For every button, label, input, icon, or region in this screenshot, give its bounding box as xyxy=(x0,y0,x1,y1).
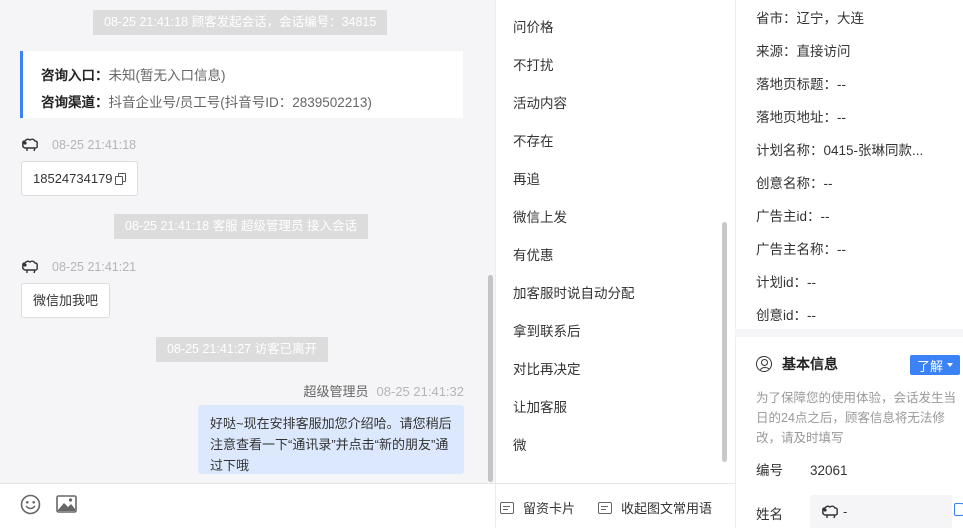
basic-info-title: 基本信息 xyxy=(756,354,838,374)
customer-id-row: 编号 32061 xyxy=(756,459,848,479)
channel-row: 咨询渠道：抖音企业号/员工号(抖音号ID：2839502213) xyxy=(41,89,463,116)
creative-id-field: 创意id：-- xyxy=(756,308,816,323)
chat-scrollbar[interactable] xyxy=(488,275,493,482)
landing-title-field: 落地页标题：-- xyxy=(756,77,846,92)
quick-reply-item[interactable]: 问价格 xyxy=(513,16,554,36)
sheep-avatar-icon xyxy=(22,138,38,152)
quick-reply-item[interactable]: 有优惠 xyxy=(513,244,554,264)
quick-reply-item[interactable]: 再追 xyxy=(513,168,540,188)
visitor-msg2-time: 08-25 21:41:21 xyxy=(52,260,137,274)
chat-message-list[interactable]: 08-25 21:41:18 顾客发起会话，会话编号：34815 咨询入口：未知… xyxy=(0,0,495,483)
agent-message-bubble[interactable]: 好哒~现在安排客服加您介绍哈。请您稍后注意查看一下“通讯录”并点击“新的朋友”通… xyxy=(198,405,464,474)
emoji-icon[interactable] xyxy=(20,494,41,515)
quick-reply-item[interactable]: 不打扰 xyxy=(513,54,554,74)
agent-time: 08-25 21:41:32 xyxy=(376,384,464,399)
advertiser-name-field: 广告主名称：-- xyxy=(756,242,846,257)
card-icon xyxy=(500,501,514,514)
quick-reply-panel: 问价格 不打扰 活动内容 不存在 再追 微信上发 有优惠 加客服时说自动分配 拿… xyxy=(495,0,735,483)
user-icon xyxy=(756,356,772,372)
customer-info-panel: 省市：辽宁，大连 来源：直接访问 落地页标题：-- 落地页地址：-- 计划名称：… xyxy=(735,0,963,528)
landing-url-field: 落地页地址：-- xyxy=(756,110,846,125)
collapse-phrases-button[interactable]: 收起图文常用语 xyxy=(598,498,712,517)
sheep-avatar-icon xyxy=(822,505,838,518)
section-divider xyxy=(735,329,963,337)
creative-name-field: 创意名称：-- xyxy=(756,176,833,191)
channel-value: 抖音企业号/员工号(抖音号ID：2839502213) xyxy=(108,95,372,110)
advertiser-id-field: 广告主id：-- xyxy=(756,209,830,224)
lead-card-label: 留资卡片 xyxy=(523,501,576,516)
quick-reply-item[interactable]: 微信上发 xyxy=(513,206,567,226)
learn-more-button[interactable]: 了解 xyxy=(910,355,960,375)
lead-card-button[interactable]: 留资卡片 xyxy=(500,498,575,517)
quick-reply-item[interactable]: 活动内容 xyxy=(513,92,567,112)
channel-label: 咨询渠道： xyxy=(41,95,109,110)
visitor-message-bubble[interactable]: 18524734179 xyxy=(21,161,138,196)
chat-toolbar xyxy=(0,483,495,528)
learn-more-label: 了解 xyxy=(916,358,943,374)
customer-name-value: - xyxy=(843,504,848,519)
quick-reply-item[interactable]: 让加客服 xyxy=(513,396,567,416)
system-message-join: 08-25 21:41:18 客服 超级管理员 接入会话 xyxy=(114,214,369,239)
system-message-leave: 08-25 21:41:27 访客已离开 xyxy=(156,337,329,362)
card-icon xyxy=(598,501,612,514)
visitor-msg2-text: 微信加我吧 xyxy=(33,293,99,308)
sheep-avatar-icon xyxy=(22,260,38,274)
quick-reply-item[interactable]: 加客服时说自动分配 xyxy=(513,282,635,302)
consult-info-card: 咨询入口：未知(暂无入口信息) 咨询渠道：抖音企业号/员工号(抖音号ID：283… xyxy=(20,51,463,118)
quick-reply-item[interactable]: 微 xyxy=(513,434,527,454)
visitor-meta-1: 08-25 21:41:18 xyxy=(22,138,136,152)
quick-reply-scrollbar[interactable] xyxy=(722,222,727,462)
customer-id-value: 32061 xyxy=(810,463,848,478)
basic-info-label: 基本信息 xyxy=(782,356,838,372)
plan-name-field: 计划名称：0415-张琳同款... xyxy=(756,143,924,158)
quick-reply-item[interactable]: 拿到联系后 xyxy=(513,320,581,340)
copy-name-icon[interactable] xyxy=(954,503,963,516)
edit-notice: 为了保障您的使用体验，会话发生当日的24点之后，顾客信息将无法修改，请及时填写 xyxy=(756,391,957,445)
copy-icon[interactable] xyxy=(114,172,126,185)
visitor-msg1-text: 18524734179 xyxy=(33,171,113,186)
visitor-msg1-time: 08-25 21:41:18 xyxy=(52,138,137,152)
quick-reply-item[interactable]: 不存在 xyxy=(513,130,554,150)
customer-name-field[interactable]: - xyxy=(810,495,952,528)
entry-label: 咨询入口： xyxy=(41,68,109,83)
customer-name-label: 姓名 xyxy=(756,507,783,522)
visitor-message-bubble[interactable]: 微信加我吧 xyxy=(21,283,111,318)
chat-panel: 08-25 21:41:18 顾客发起会话，会话编号：34815 咨询入口：未知… xyxy=(0,0,495,528)
image-icon[interactable] xyxy=(56,495,77,513)
agent-meta: 超级管理员 08-25 21:41:32 xyxy=(304,381,464,400)
source-field: 来源：直接访问 xyxy=(756,44,851,59)
visitor-meta-2: 08-25 21:41:21 xyxy=(22,260,136,274)
entry-row: 咨询入口：未知(暂无入口信息) xyxy=(41,62,463,89)
entry-value: 未知(暂无入口信息) xyxy=(108,68,226,83)
quick-reply-toolbar: 留资卡片 收起图文常用语 xyxy=(495,483,735,528)
collapse-phrases-label: 收起图文常用语 xyxy=(621,501,713,516)
plan-id-field: 计划id：-- xyxy=(756,275,816,290)
customer-id-label: 编号 xyxy=(756,463,783,478)
quick-reply-item[interactable]: 对比再决定 xyxy=(513,358,581,378)
agent-name: 超级管理员 xyxy=(303,384,369,399)
system-message-start: 08-25 21:41:18 顾客发起会话，会话编号：34815 xyxy=(93,10,388,35)
province-field: 省市：辽宁，大连 xyxy=(756,11,864,26)
caret-down-icon xyxy=(947,363,953,367)
